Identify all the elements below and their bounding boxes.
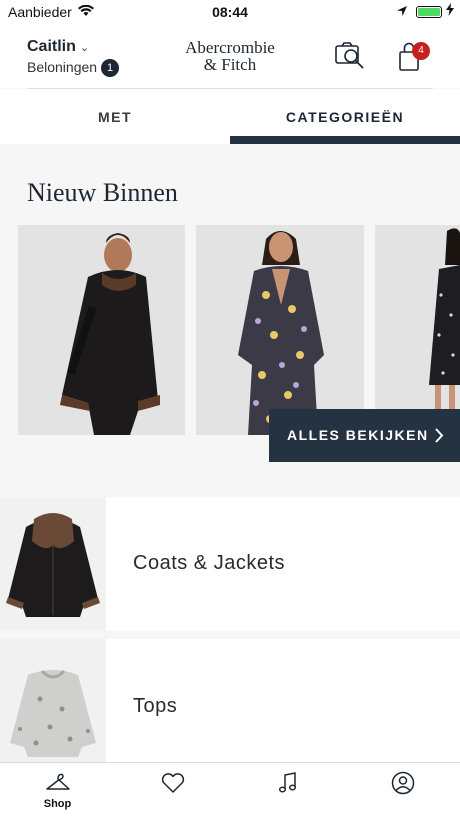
product-image — [375, 225, 460, 435]
account-icon — [391, 771, 415, 795]
status-bar: Aanbieder 08:44 — [0, 0, 460, 24]
category-label: Tops — [133, 695, 178, 717]
tab-met[interactable]: MET — [0, 89, 230, 144]
chevron-right-icon — [434, 409, 444, 484]
product-image — [196, 225, 364, 435]
active-tab-indicator — [230, 136, 460, 144]
camera-search-icon[interactable] — [334, 41, 368, 71]
category-row-coats[interactable]: Coats & Jackets — [0, 497, 460, 631]
battery-icon — [416, 6, 442, 18]
brand-logo[interactable]: Abercrombie & Fitch — [170, 39, 290, 73]
rewards-label: Beloningen — [27, 59, 98, 75]
category-thumbnail — [0, 639, 106, 762]
category-thumbnail — [0, 497, 106, 631]
logo-line-2: & Fitch — [203, 55, 257, 74]
logo-line-1: Abercrombie — [185, 38, 275, 57]
hanger-icon — [46, 773, 70, 790]
music-note-icon — [278, 772, 297, 793]
app-header: Caitlin ⌄ Beloningen 1 Abercrombie & Fitch… — [0, 24, 460, 88]
tab-wishlist[interactable] — [115, 763, 230, 818]
charging-bolt-icon — [446, 3, 454, 19]
chevron-down-icon: ⌄ — [79, 42, 90, 54]
user-name: Caitlin — [27, 38, 76, 55]
category-row-tops[interactable]: Tops — [0, 639, 460, 762]
account-switcher[interactable]: Caitlin ⌄ — [27, 38, 89, 56]
tab-shop[interactable]: Shop — [0, 763, 115, 818]
location-arrow-icon — [396, 4, 408, 20]
rewards-link[interactable]: Beloningen 1 — [27, 59, 120, 77]
tab-account[interactable] — [345, 763, 460, 818]
product-card[interactable] — [196, 225, 364, 435]
tab-music[interactable] — [230, 763, 345, 818]
new-arrivals-carousel[interactable] — [0, 225, 460, 437]
tab-shop-label: Shop — [43, 798, 72, 810]
bottom-tab-bar: Shop — [0, 762, 460, 818]
rewards-badge: 1 — [101, 59, 120, 77]
view-all-button[interactable]: ALLES BEKIJKEN — [269, 409, 460, 462]
clock: 08:44 — [212, 4, 248, 20]
section-title: Nieuw Binnen — [27, 178, 178, 207]
category-label: Coats & Jackets — [133, 552, 286, 574]
view-all-label: ALLES BEKIJKEN — [287, 427, 429, 443]
heart-icon — [161, 773, 185, 793]
product-card[interactable] — [375, 225, 460, 435]
product-card[interactable] — [18, 225, 185, 435]
product-image — [18, 225, 185, 435]
cart-count-badge: 4 — [412, 42, 430, 60]
